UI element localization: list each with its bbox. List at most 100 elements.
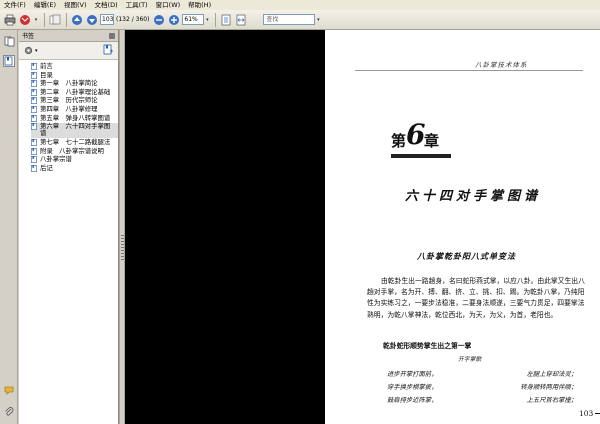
pages-button[interactable] [48,13,62,27]
bookmark-item[interactable]: 附录 八卦掌宗谱说明 [31,146,118,155]
chapter-title: 六十四对手掌图谱 [405,189,542,204]
page-number-rule [595,413,600,414]
toolbar-divider [66,12,67,27]
bookmark-label: 第一章 八卦掌简论 [40,79,98,88]
bookmark-icon [31,88,37,96]
email-dropdown[interactable]: ▾ [33,13,39,27]
splitter-grip[interactable] [121,235,124,261]
menu-window[interactable]: 窗口(W) [152,0,185,10]
attachments-panel-button[interactable] [3,406,15,418]
new-bookmark-icon [103,44,113,55]
search-input[interactable]: 查找 [263,14,316,25]
gear-icon [24,46,33,55]
document-background [125,30,325,424]
bookmark-label: 后记 [40,163,53,172]
mail-icon [20,14,30,25]
zoom-level-input[interactable]: 61% [182,14,205,25]
zoom-in-button[interactable] [167,13,181,27]
panel-close-icon[interactable] [109,32,115,39]
menu-tools[interactable]: 工具(T) [122,0,152,10]
bookmark-icon [31,97,37,105]
zoom-out-icon [154,14,165,25]
zoom-dropdown[interactable]: ▾ [204,13,210,27]
page-total-label: (132 / 360) [116,16,150,23]
fit-page-icon [222,14,231,25]
bookmark-icon [31,156,37,164]
menu-help[interactable]: 帮助(H) [184,0,215,10]
bookmark-item[interactable]: 第三章 历代宗师论 [31,96,118,105]
bookmarks-panel-title: 书签 [22,33,35,40]
menu-document[interactable]: 文档(D) [91,0,122,10]
bookmarks-toolbar: ▾ [19,42,118,60]
bookmark-icon [31,123,37,131]
bookmark-label: 第五章 弹身八转掌图谱 [40,113,111,122]
verse-left: 鼓肩持步近阵掌， [387,397,438,404]
page-number: 103 [579,409,594,418]
comment-icon [4,386,13,395]
menu-edit[interactable]: 编辑(E) [30,0,60,10]
menu-view[interactable]: 视图(V) [60,0,91,10]
bookmark-label: 附录 八卦掌宗谱说明 [40,146,104,155]
next-page-button[interactable] [85,13,99,27]
printer-icon [4,14,16,25]
bookmarks-panel-button[interactable] [3,55,15,67]
bookmark-icon [31,147,37,155]
navigation-strip [0,30,18,424]
bookmark-label: 目录 [40,70,53,79]
zoom-in-icon [169,14,180,25]
bookmark-icon [31,139,37,146]
bookmark-icon [31,71,37,79]
bookmark-item[interactable]: 八卦掌宗谱 [31,155,118,164]
bookmark-item[interactable]: 第六章 六十四对手掌图谱 [31,122,118,138]
bookmark-label: 八卦掌宗谱 [40,155,72,164]
bookmark-item[interactable]: 第一章 八卦掌简论 [31,79,118,88]
bookmark-label: 第三章 历代宗师论 [40,96,98,105]
menu-bar: 文件(F) 编辑(E) 视图(V) 文档(D) 工具(T) 窗口(W) 帮助(H… [0,0,600,10]
chevron-down-icon: ▾ [35,47,38,54]
pages-icon [49,14,61,24]
bookmark-label: 第七章 七十二路截腿法 [40,137,111,146]
bookmark-icon [4,56,13,66]
page-thumbnails-icon [4,36,14,46]
bookmark-item[interactable]: 第四章 八卦掌修理 [31,104,118,113]
page-number-input[interactable]: 103 [100,14,114,25]
email-button[interactable] [18,13,32,27]
previous-page-button[interactable] [70,13,84,27]
chapter-rule [391,154,451,158]
bookmark-item[interactable]: 第二章 八卦掌理论基础 [31,88,118,96]
options-button[interactable]: ▾ [23,45,38,56]
pages-panel-button[interactable] [3,35,15,47]
section-title: 八卦掌乾卦阳八式单变法 [417,251,516,261]
print-button[interactable] [3,13,17,27]
bookmarks-panel-header: 书签 [19,30,118,42]
toolbar-divider [215,12,217,27]
bookmark-item[interactable]: 目录 [31,70,118,79]
fit-width-icon [237,14,246,25]
expand-bookmark-button[interactable] [103,44,114,57]
bookmark-icon [31,106,37,113]
comments-panel-button[interactable] [3,384,15,396]
search-dropdown[interactable]: ▾ [315,13,321,27]
toolbar-divider [44,12,45,27]
bookmark-item[interactable]: 第五章 弹身八转掌图谱 [31,113,118,122]
verse-caption: 开字掌歌 [458,357,482,363]
chapter-number: 6 [406,118,426,151]
menu-file[interactable]: 文件(F) [0,0,30,10]
fit-page-button[interactable] [219,13,233,27]
verse-line: 穿手换步横掌披， 转身顺转两用伴顺； [387,382,577,391]
bookmark-item[interactable]: 前言 [31,62,118,70]
bookmark-item[interactable]: 后记 [31,163,118,172]
chapter-suffix: 章 [424,132,440,150]
document-page: 八卦掌技术体系 第 6 章 六十四对手掌图谱 八卦掌乾卦阳八式单变法 由乾卦生出… [325,30,600,424]
bookmark-icon [31,114,37,122]
bookmark-item[interactable]: 第七章 七十二路截腿法 [31,137,118,146]
zoom-out-button[interactable] [152,13,166,27]
subheading: 乾卦蛇形顺势掌生出之第一掌 [383,342,472,350]
fit-width-button[interactable] [234,13,248,27]
header-rule [355,70,583,71]
arrow-down-icon [87,14,97,25]
toolbar: ▾ 103 (132 / 360) 61% ▾ 查找 ▾ [0,10,600,30]
bookmark-icon [31,63,37,70]
bookmark-label: 第四章 八卦掌修理 [40,104,98,113]
bookmark-label: 前言 [40,62,53,70]
